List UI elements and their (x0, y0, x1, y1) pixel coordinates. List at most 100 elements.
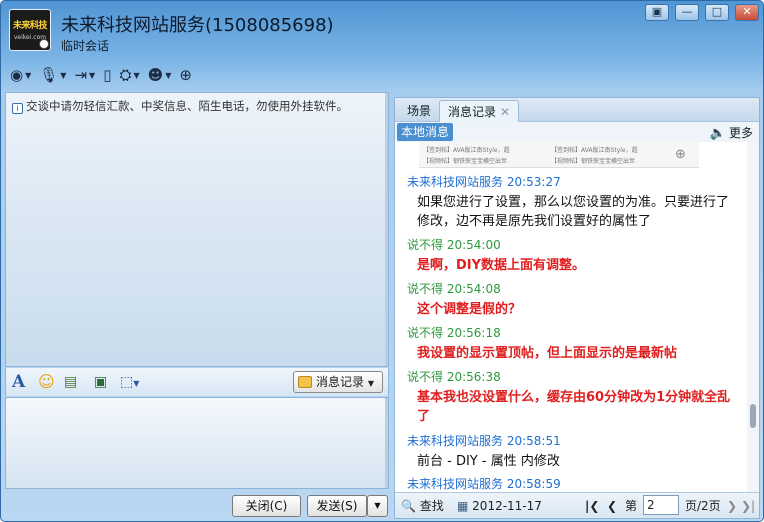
video-call-button[interactable]: ◉ ▼ (7, 64, 34, 86)
page-prefix: 第 (625, 499, 638, 513)
input-toolbar: A ☺ ▤ ▣ ⬚▼ 消息记录 ▼ (5, 368, 389, 396)
send-button[interactable]: 发送(S) (307, 495, 367, 517)
tab-scene[interactable]: 场景 (399, 100, 439, 122)
add-contact-button[interactable]: ⊕ (176, 64, 195, 86)
message-sender: 说不得 20:54:08 (407, 282, 501, 296)
date-picker[interactable]: ▦ 2012-11-17 (457, 497, 542, 515)
message-record-button[interactable]: 消息记录 ▼ (293, 371, 383, 393)
chevron-down-icon: ▼ (60, 70, 67, 80)
share-button[interactable]: ⛭ ▼ (116, 64, 142, 86)
image-thumbnail[interactable]: 【签到帖】AVA版江南Style，超 【签到帖】AVA版江南Style，超 【视… (419, 142, 699, 168)
thumb-line: 【视频帖】钢铁侠宝宝横空出世 (423, 158, 508, 165)
message-text: 基本我也没设置什么，缓存由60分钟改为1分钟就全乱了 (417, 390, 731, 424)
avatar-logo-text: 未来科技 (12, 21, 48, 31)
emoji-icon[interactable]: ☺ (38, 372, 55, 392)
image-icon[interactable]: ▣ (94, 372, 107, 392)
message-record-label: 消息记录 (316, 375, 365, 389)
info-icon: i (12, 103, 23, 114)
maximize-button[interactable]: □ (705, 4, 729, 21)
next-page-button[interactable]: ❯ (727, 497, 737, 515)
chevron-down-icon: ▼ (165, 70, 172, 80)
screenshot-icon[interactable]: ⬚▼ (120, 372, 139, 392)
message-sender: 说不得 20:56:18 (407, 326, 501, 340)
message-record-subbar: 本地消息 🔈 更多 (395, 122, 759, 142)
more-button[interactable]: 🔈 更多 (710, 124, 753, 141)
skin-button[interactable]: ▣ (645, 4, 669, 21)
side-panel: 场景 消息记录 ✕ 本地消息 🔈 更多 【签到帖】AVA版江南Style，超 【签到… (394, 97, 760, 519)
thumb-line: 【签到帖】AVA版江南Style，超 (423, 147, 510, 154)
close-icon[interactable]: ✕ (500, 105, 510, 119)
chevron-down-icon: ▼ (367, 379, 374, 388)
chat-toolbar: ◉ ▼ 🎙 ▼ ⇥ ▼ ▯ ⛭ ▼ ☻ ▼ ⊕ (7, 63, 195, 87)
message-text: 前台 - DIY - 属性 内修改 (417, 454, 560, 469)
thumb-line: 【视频帖】钢铁侠宝宝横空出世 (551, 158, 636, 165)
close-button[interactable]: 关闭(C) (232, 495, 301, 517)
thumb-line: 【签到帖】AVA版江南Style，超 (551, 147, 638, 154)
chat-window: 未来科技 veikei.com 未来科技网站服务(1508085698) 临时会… (0, 0, 764, 522)
phone-button[interactable]: ▯ (100, 64, 114, 86)
local-messages-tab[interactable]: 本地消息 (397, 123, 454, 141)
message-record-list[interactable]: 【签到帖】AVA版江南Style，超 【签到帖】AVA版江南Style，超 【视… (395, 142, 747, 492)
message-record-scrollbar[interactable] (747, 142, 759, 492)
remote-assist-button[interactable]: ☻ ▼ (145, 64, 175, 86)
font-icon[interactable]: A (12, 372, 25, 392)
send-options-button[interactable]: ▼ (367, 495, 388, 517)
tab-label: 消息记录 (448, 105, 497, 119)
first-page-button[interactable]: |❮ (585, 497, 599, 515)
video-icon: ◉ (10, 66, 24, 84)
message-sender: 未来科技网站服务 20:58:59 (407, 477, 561, 491)
speaker-icon: 🔈 (709, 126, 726, 141)
message-text: 这个调整是假的？ (417, 302, 522, 317)
mic-icon: 🎙 (39, 66, 59, 84)
close-window-button[interactable]: ✕ (735, 4, 759, 21)
tab-message-record[interactable]: 消息记录 ✕ (439, 100, 520, 122)
chevron-down-icon: ▼ (25, 70, 32, 80)
tab-label: 场景 (407, 104, 432, 118)
page-number-input[interactable]: 2 (643, 495, 679, 515)
add-contact-icon: ⊕ (179, 66, 192, 84)
record-icon (298, 376, 312, 388)
calendar-icon: ▦ (457, 499, 469, 513)
chat-history-pane[interactable]: i 交谈中请勿轻信汇款、中奖信息、陌生电话，勿使用外挂软件。 (5, 92, 389, 367)
find-button[interactable]: 🔍 查找 (401, 497, 444, 515)
security-notice-text: 交谈中请勿轻信汇款、中奖信息、陌生电话，勿使用外挂软件。 (26, 99, 348, 113)
last-page-button[interactable]: ❯| (741, 497, 755, 515)
more-label: 更多 (728, 126, 753, 140)
magic-emoji-icon[interactable]: ▤ (64, 372, 77, 392)
scrollbar-thumb[interactable] (750, 404, 756, 428)
minimize-button[interactable]: — (675, 4, 699, 21)
message-sender: 说不得 20:54:00 (407, 238, 501, 252)
window-title: 未来科技网站服务(1508085698) (61, 15, 334, 36)
message-sender: 未来科技网站服务 20:53:27 (407, 175, 561, 189)
chevron-down-icon: ▼ (89, 70, 96, 80)
clock-icon (39, 39, 49, 49)
date-value: 2012-11-17 (472, 499, 542, 513)
page-total-label: 页/2页 (685, 499, 721, 513)
chat-history-scrollbar[interactable] (385, 93, 388, 366)
find-label: 查找 (419, 499, 444, 513)
message-text: 如果您进行了设置，那么以您设置的为准。只要进行了修改，边不再是原先我们设置好的属… (417, 195, 730, 229)
transfer-file-button[interactable]: ⇥ ▼ (71, 64, 98, 86)
side-panel-tabs: 场景 消息记录 ✕ (395, 98, 759, 122)
message-sender: 说不得 20:56:38 (407, 370, 501, 384)
message-sender: 未来科技网站服务 20:58:51 (407, 434, 561, 448)
prev-page-button[interactable]: ❮ (607, 497, 617, 515)
remote-icon: ☻ (147, 66, 164, 84)
message-record-footer: 🔍 查找 ▦ 2012-11-17 |❮ ❮ 第 2 页/2页 ❯ ❯| (395, 492, 759, 518)
search-icon: 🔍 (401, 499, 416, 513)
phone-icon: ▯ (103, 66, 112, 84)
chevron-down-icon: ▼ (133, 70, 140, 80)
message-text: 是啊，DIY数据上面有调整。 (417, 258, 586, 273)
share-icon: ⛭ (119, 66, 132, 84)
message-input[interactable] (5, 397, 389, 489)
zoom-icon[interactable]: ⊕ (675, 147, 686, 162)
message-text: 我设置的显示置顶帖，但上面显示的是最新帖 (417, 346, 678, 361)
chevron-down-icon: ▼ (133, 379, 140, 388)
transfer-icon: ⇥ (74, 66, 88, 84)
security-notice: i 交谈中请勿轻信汇款、中奖信息、陌生电话，勿使用外挂软件。 (12, 98, 348, 114)
input-scrollbar[interactable] (385, 398, 388, 488)
session-type-label: 临时会话 (61, 39, 110, 53)
voice-call-button[interactable]: 🎙 ▼ (36, 64, 69, 86)
avatar[interactable]: 未来科技 veikei.com (9, 9, 51, 51)
chevron-down-icon: ▼ (374, 501, 381, 510)
